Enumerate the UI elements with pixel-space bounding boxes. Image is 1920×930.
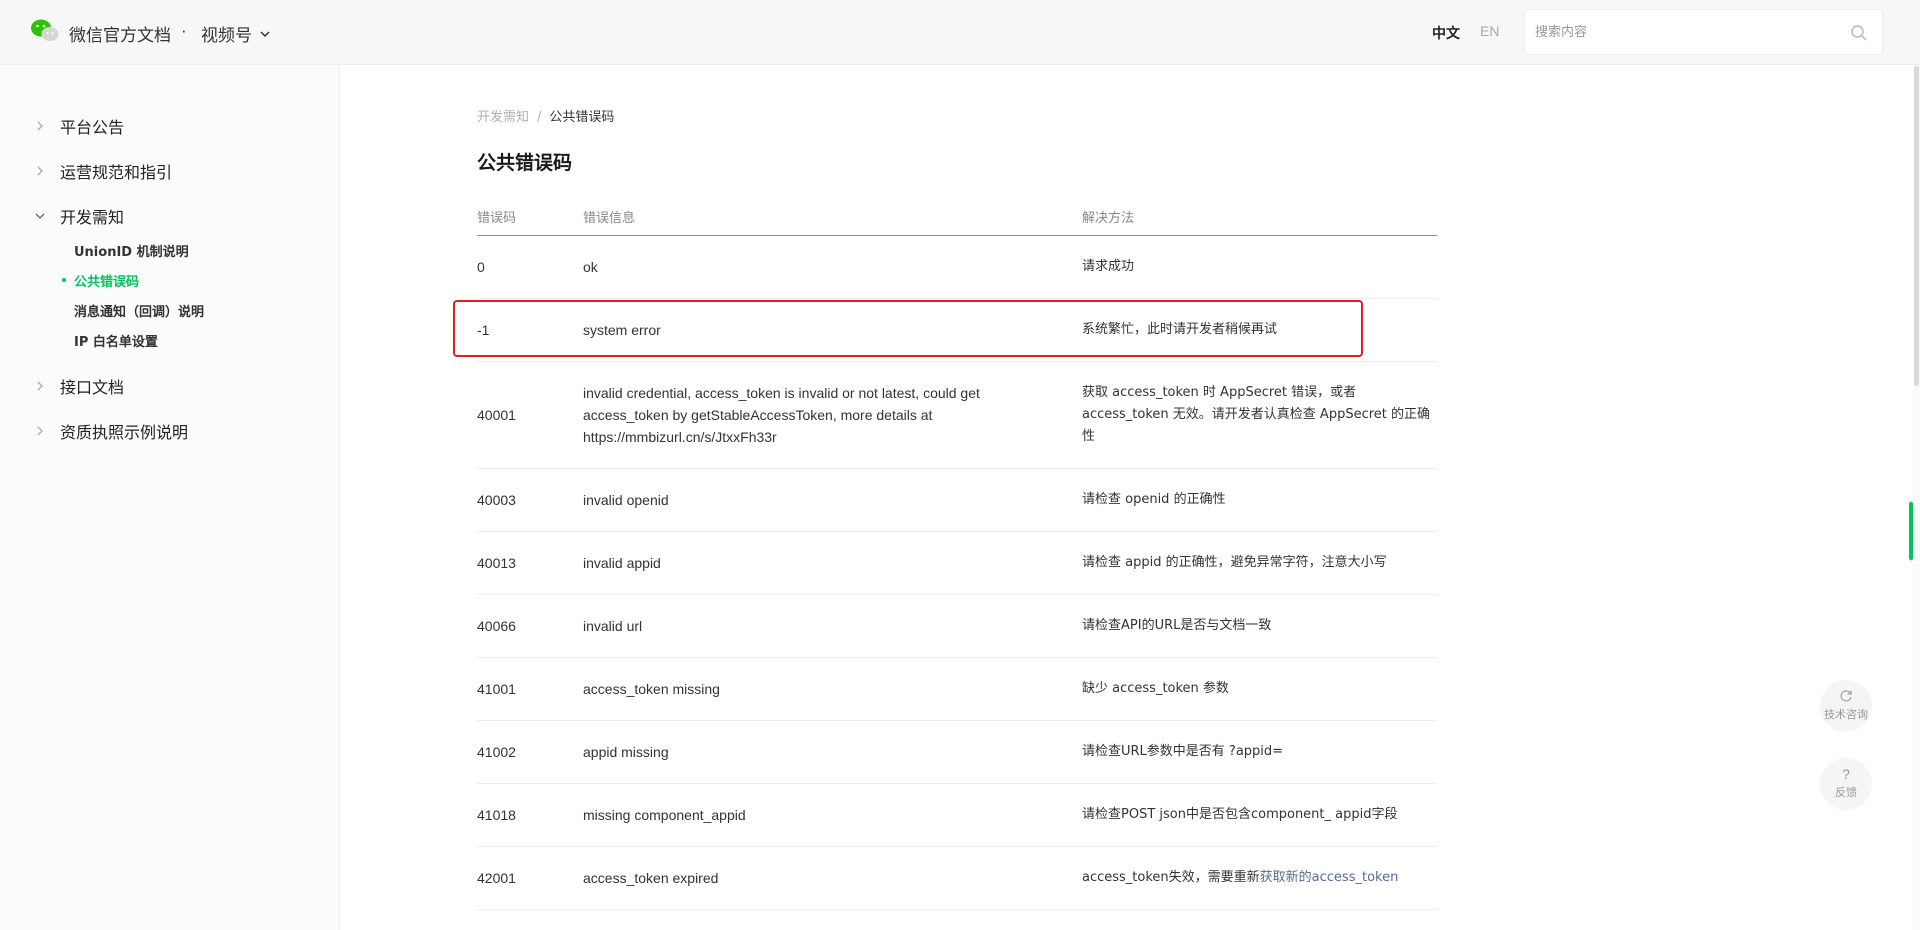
sidebar-item-api-docs[interactable]: 接口文档 [34, 374, 124, 398]
error-code: -1 [477, 322, 490, 338]
sidebar-subitem-unionid[interactable]: UnionID 机制说明 [74, 241, 189, 260]
product-switch-dropdown[interactable]: 视频号 [201, 21, 271, 46]
table-row: 40003 invalid openid 请检查 openid 的正确性 [477, 469, 1437, 532]
table-row: 42001 access_token expired access_token失… [477, 847, 1437, 910]
column-header-message: 错误信息 [583, 211, 636, 226]
table-row: 0 ok 请求成功 [477, 236, 1437, 299]
scrollbar-thumb[interactable] [1914, 66, 1919, 386]
error-code: 40001 [477, 407, 516, 423]
search-box [1524, 9, 1883, 55]
column-header-solution: 解决方法 [1082, 211, 1135, 226]
table-row: 40013 invalid appid 请检查 appid 的正确性，避免异常字… [477, 532, 1437, 595]
search-input[interactable] [1535, 10, 1835, 54]
page-title: 公共错误码 [477, 152, 573, 174]
table-row: -1 system error 系统繁忙，此时请开发者稍候再试 [477, 299, 1437, 362]
error-code: 40013 [477, 555, 516, 571]
error-solution: 请检查API的URL是否与文档一致 [1082, 618, 1272, 633]
chevron-right-icon [37, 381, 43, 391]
sidebar-item-platform-notice[interactable]: 平台公告 [34, 114, 124, 138]
reading-progress-indicator [1909, 502, 1913, 560]
table-header: 错误码 错误信息 解决方法 [477, 202, 1437, 236]
top-header: 微信官方文档 · 视频号 中文 EN [0, 0, 1920, 65]
error-solution: 系统繁忙，此时请开发者稍候再试 [1082, 322, 1278, 337]
chevron-down-icon [35, 213, 45, 219]
sidebar-item-operation-rules[interactable]: 运营规范和指引 [34, 159, 172, 183]
sidebar-item-label: 资质执照示例说明 [60, 423, 189, 442]
search-icon[interactable] [1850, 24, 1868, 42]
error-solution: 请求成功 [1082, 259, 1135, 274]
column-header-code: 错误码 [477, 211, 517, 226]
lang-zh-button[interactable]: 中文 [1432, 23, 1460, 43]
error-message: system error [583, 322, 661, 338]
sidebar-item-dev-notes[interactable]: 开发需知 [34, 204, 124, 228]
tech-consult-label: 技术咨询 [1824, 708, 1868, 721]
sidebar-item-label: 运营规范和指引 [60, 163, 173, 182]
chevron-right-icon [37, 166, 43, 176]
error-message: ok [583, 259, 598, 275]
sidebar-subitem-ip-whitelist[interactable]: IP 白名单设置 [74, 331, 158, 350]
error-code: 41018 [477, 807, 516, 823]
breadcrumb: 开发需知 / 公共错误码 [477, 106, 614, 125]
feedback-label: 反馈 [1835, 786, 1857, 799]
error-solution: 获取 access_token 时 AppSecret 错误，或者 access… [1082, 385, 1431, 444]
refresh-chat-icon [1840, 690, 1852, 702]
sidebar-subitem-message-callback[interactable]: 消息通知（回调）说明 [74, 301, 204, 320]
error-message: invalid appid [583, 555, 661, 571]
error-solution: 请检查URL参数中是否有 ?appid= [1082, 744, 1284, 759]
error-message: access_token expired [583, 870, 719, 886]
sidebar-subitem-error-codes[interactable]: 公共错误码 [61, 271, 139, 290]
error-code: 0 [477, 259, 485, 275]
question-icon: ? [1842, 766, 1850, 782]
wechat-logo-icon[interactable] [30, 19, 60, 43]
brand-separator: · [181, 21, 187, 40]
chevron-right-icon [37, 121, 43, 131]
error-message: missing component_appid [583, 807, 746, 823]
error-code: 41001 [477, 681, 516, 697]
error-code: 40066 [477, 618, 516, 634]
error-code: 42001 [477, 870, 516, 886]
sidebar-item-label: 平台公告 [60, 118, 125, 137]
table-row: 41018 missing component_appid 请检查POST js… [477, 784, 1437, 847]
tech-consult-button[interactable]: 技术咨询 [1820, 680, 1872, 732]
product-label: 视频号 [201, 26, 252, 46]
error-solution: 请检查 openid 的正确性 [1082, 492, 1226, 507]
table-row: 40066 invalid url 请检查API的URL是否与文档一致 [477, 595, 1437, 658]
error-solution: 缺少 access_token 参数 [1082, 681, 1229, 696]
error-solution: 请检查 appid 的正确性，避免异常字符，注意大小写 [1082, 555, 1387, 570]
chevron-down-icon [260, 30, 270, 37]
error-message: invalid url [583, 618, 643, 634]
error-solution: 请检查POST json中是否包含component_ appid字段 [1082, 807, 1398, 822]
chevron-right-icon [37, 426, 43, 436]
breadcrumb-parent-link[interactable]: 开发需知 [477, 110, 529, 125]
breadcrumb-current: 公共错误码 [549, 110, 615, 125]
solution-text: access_token失效，需要重新 [1082, 870, 1260, 885]
table-row: 41002 appid missing 请检查URL参数中是否有 ?appid= [477, 721, 1437, 784]
error-message: appid missing [583, 744, 669, 760]
error-code-table: 错误码 错误信息 解决方法 0 ok 请求成功 -1 system error … [477, 202, 1437, 910]
sidebar-item-label: 开发需知 [60, 208, 125, 227]
error-message: invalid openid [583, 492, 669, 508]
sidebar-item-label: 接口文档 [60, 378, 125, 397]
error-message: access_token missing [583, 681, 720, 697]
error-code: 40003 [477, 492, 516, 508]
table-row: 40001 invalid credential, access_token i… [477, 362, 1437, 469]
error-message: invalid credential, access_token is inva… [583, 385, 980, 445]
sidebar-item-license-examples[interactable]: 资质执照示例说明 [34, 419, 188, 443]
table-row: 41001 access_token missing 缺少 access_tok… [477, 658, 1437, 721]
error-code: 41002 [477, 744, 516, 760]
lang-en-button[interactable]: EN [1480, 23, 1499, 39]
get-new-access-token-link[interactable]: 获取新的access_token [1260, 870, 1399, 885]
breadcrumb-separator: / [537, 110, 542, 125]
sidebar: 平台公告 运营规范和指引 开发需知 UnionID 机制说明 公共错误码 消息通… [0, 65, 340, 930]
error-solution: access_token失效，需要重新获取新的access_token [1082, 867, 1442, 889]
brand-title[interactable]: 微信官方文档 [69, 21, 171, 46]
feedback-button[interactable]: ? 反馈 [1820, 758, 1872, 810]
